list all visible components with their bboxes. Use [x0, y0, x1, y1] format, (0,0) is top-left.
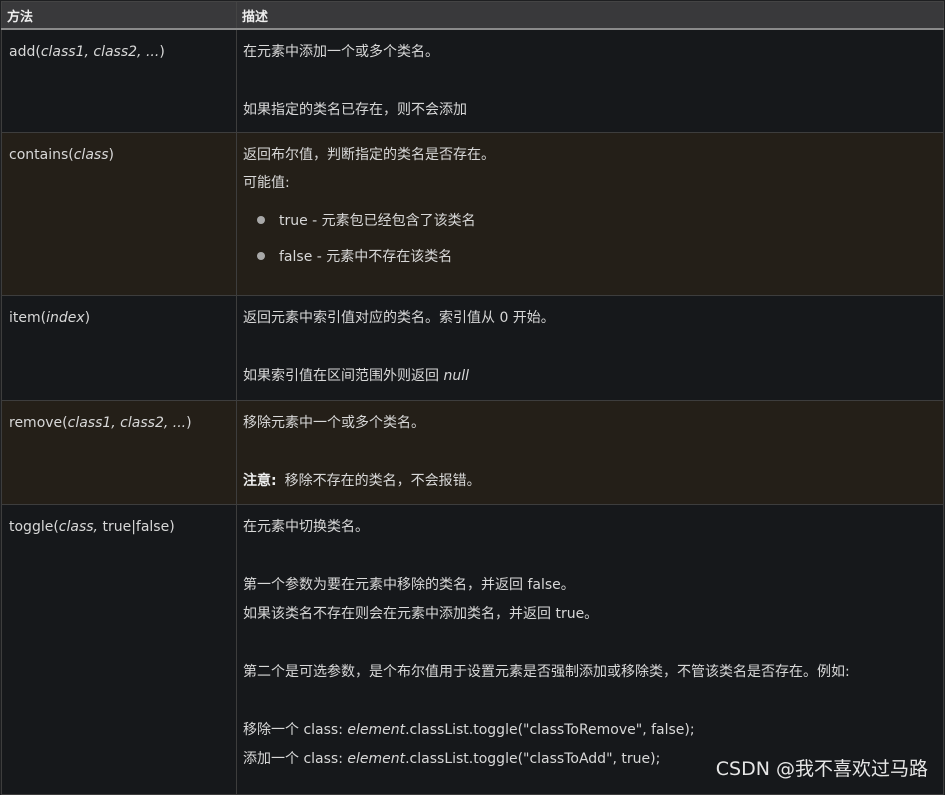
method-item: item(index) [1, 294, 237, 401]
table-row-item: item(index) 返回元素中索引值对应的类名。索引值从 0 开始。 如果索… [1, 294, 944, 401]
param: class, [58, 518, 99, 535]
possible-values-list: true - 元素包已经包含了该类名 false - 元素中不存在该类名 [243, 211, 937, 283]
header-method: 方法 [1, 1, 237, 30]
table-row-remove: remove(class1, class2, ...) 移除元素中一个或多个类名… [1, 399, 944, 505]
desc-add: 在元素中添加一个或多个类名。 如果指定的类名已存在，则不会添加 [236, 28, 944, 133]
csdn-watermark: CSDN @我不喜欢过马路 [715, 758, 928, 780]
bullet-icon [257, 251, 265, 260]
method-remove: remove(class1, class2, ...) [1, 399, 237, 505]
param: class [73, 146, 109, 163]
header-description: 描述 [236, 1, 944, 30]
desc-toggle: 在元素中切换类名。 第一个参数为要在元素中移除的类名，并返回 false。 如果… [236, 503, 944, 795]
table-row-contains: contains(class) 返回布尔值，判断指定的类名是否存在。 可能值: … [1, 131, 944, 296]
table-row-add: add(class1, class2, ...) 在元素中添加一个或多个类名。 … [1, 28, 944, 133]
table-header-row: 方法 描述 [1, 1, 944, 30]
param: index [46, 309, 85, 326]
param: class1, class2, ... [67, 414, 187, 431]
classlist-methods-table: 方法 描述 add(class1, class2, ...) 在元素中添加一个或… [1, 1, 944, 795]
method-add: add(class1, class2, ...) [1, 28, 237, 133]
bullet-icon [257, 215, 265, 224]
page: 方法 描述 add(class1, class2, ...) 在元素中添加一个或… [0, 0, 945, 795]
desc-item: 返回元素中索引值对应的类名。索引值从 0 开始。 如果索引值在区间范围外则返回 … [236, 294, 944, 401]
table-row-toggle: toggle(class, true|false) 在元素中切换类名。 第一个参… [1, 503, 944, 795]
param: class1, class2, ... [40, 44, 160, 60]
method-toggle: toggle(class, true|false) [1, 503, 237, 795]
list-item: false - 元素中不存在该类名 [243, 247, 937, 283]
note-label: 注意: [243, 472, 277, 489]
desc-contains: 返回布尔值，判断指定的类名是否存在。 可能值: true - 元素包已经包含了该… [236, 131, 944, 296]
list-item: true - 元素包已经包含了该类名 [243, 211, 937, 247]
desc-remove: 移除元素中一个或多个类名。 注意: 移除不存在的类名，不会报错。 [236, 399, 944, 505]
method-contains: contains(class) [1, 131, 237, 296]
